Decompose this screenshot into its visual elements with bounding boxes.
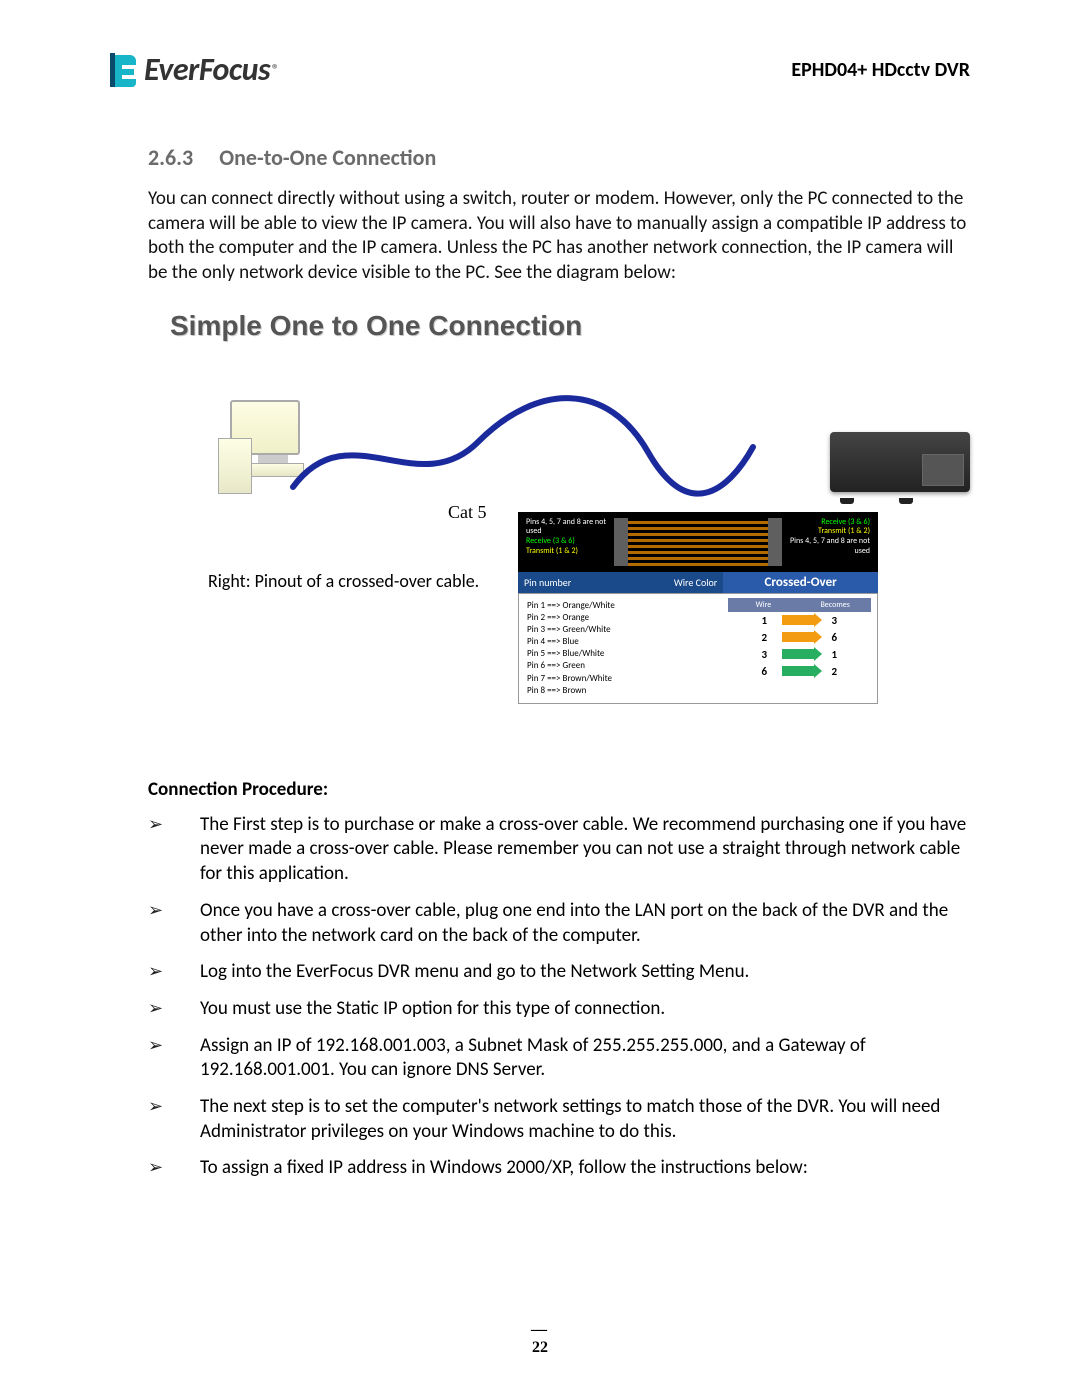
list-item: Once you have a cross-over cable, plug o… (148, 899, 970, 948)
page-footer: — 22 (0, 1321, 1080, 1357)
footer-dash: — (0, 1321, 1080, 1339)
section-title: One-to-One Connection (219, 144, 436, 171)
pin-row: Pin 2 ==> Orange (527, 612, 714, 624)
brand-icon (110, 53, 140, 87)
crossover-mapping: Wire Becomes 1 3 2 6 3 1 (722, 594, 877, 703)
list-item: The First step is to purchase or make a … (148, 813, 970, 887)
pin-row: Pin 6 ==> Green (527, 660, 714, 672)
dvr-icon (830, 432, 970, 492)
list-item: The next step is to set the computer's n… (148, 1095, 970, 1144)
pin-row: Pin 1 ==> Orange/White (527, 600, 714, 612)
pin-row: Pin 5 ==> Blue/White (527, 648, 714, 660)
map-row: 6 2 (728, 663, 871, 680)
connection-diagram: Cat 5 Right: Pinout of a crossed-over ca… (148, 372, 970, 732)
pins-unused-note: Pins 4, 5, 7 and 8 are not used (526, 518, 612, 537)
procedure-heading: Connection Procedure: (148, 778, 970, 801)
pinout-table-body: Pin 1 ==> Orange/White Pin 2 ==> Orange … (518, 593, 878, 704)
map-row: 1 3 (728, 612, 871, 629)
brand-logo: EverFocus ® (110, 50, 279, 89)
pins-unused-note-right: Pins 4, 5, 7 and 8 are not used (784, 537, 870, 556)
sub-wire: Wire (728, 598, 800, 612)
document-title: EPHD04+ HDcctv DVR (791, 58, 970, 82)
sub-becomes: Becomes (799, 598, 871, 612)
pin-row: Pin 8 ==> Brown (527, 685, 714, 697)
section-heading: 2.6.3 One-to-One Connection (148, 144, 970, 171)
registered-mark: ® (272, 61, 279, 78)
list-item: Log into the EverFocus DVR menu and go t… (148, 960, 970, 985)
col-wire-color: Wire Color (674, 576, 717, 589)
diagram-title: Simple One to One Connection (170, 310, 970, 342)
arrow-icon (782, 615, 816, 625)
pin-row: Pin 7 ==> Brown/White (527, 673, 714, 685)
list-item: To assign a fixed IP address in Windows … (148, 1156, 970, 1181)
pinout-table-header: Pin number Wire Color Crossed-Over (518, 572, 878, 593)
pin-color-list: Pin 1 ==> Orange/White Pin 2 ==> Orange … (519, 594, 722, 703)
page-header: EverFocus ® EPHD04+ HDcctv DVR (110, 50, 970, 89)
transmit-label-left: Transmit (1 & 2) (526, 547, 612, 557)
pinout-wires: Pins 4, 5, 7 and 8 are not used Receive … (518, 512, 878, 572)
pin-row: Pin 3 ==> Green/White (527, 624, 714, 636)
arrow-icon (782, 632, 816, 642)
cable-label: Cat 5 (448, 502, 487, 523)
arrow-icon (782, 649, 816, 659)
brand-name: EverFocus (144, 50, 270, 89)
page-number: 22 (532, 1339, 548, 1356)
list-item: You must use the Static IP option for th… (148, 997, 970, 1022)
map-row: 3 1 (728, 646, 871, 663)
col-pin-number: Pin number (524, 576, 571, 589)
cable-line (288, 392, 758, 512)
section-number: 2.6.3 (148, 144, 193, 171)
map-row: 2 6 (728, 629, 871, 646)
arrow-icon (782, 666, 816, 676)
section-body: You can connect directly without using a… (148, 187, 970, 286)
pin-row: Pin 4 ==> Blue (527, 636, 714, 648)
procedure-list: The First step is to purchase or make a … (148, 813, 970, 1181)
pinout-diagram: Pins 4, 5, 7 and 8 are not used Receive … (518, 512, 878, 704)
dvr-feet (840, 490, 960, 498)
wire-bundle-icon (614, 518, 782, 566)
col-crossed-over: Crossed-Over (723, 572, 878, 593)
list-item: Assign an IP of 192.168.001.003, a Subne… (148, 1034, 970, 1083)
diagram-caption: Right: Pinout of a crossed-over cable. (208, 570, 479, 592)
